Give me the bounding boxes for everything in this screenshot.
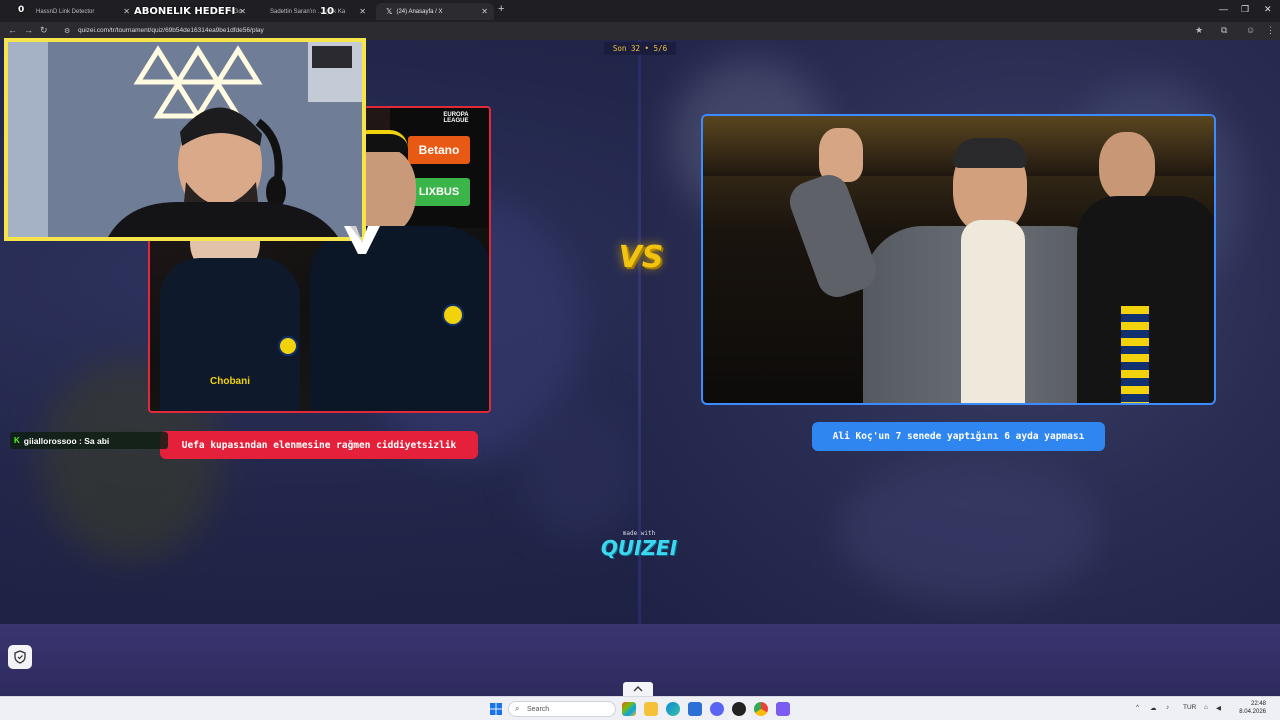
scroll-up-button[interactable] <box>623 682 653 696</box>
close-icon[interactable]: ✕ <box>481 7 488 16</box>
keyboard-language[interactable]: TUR <box>1183 704 1196 711</box>
shirt-sponsor: Chobani <box>210 376 250 387</box>
windows-taskbar: ⌕ Search ^ ☁ ♪ TUR ⌂ ◀ 22:48 8.04.2026 <box>0 696 1280 720</box>
maximize-icon[interactable]: ❐ <box>1241 4 1249 15</box>
close-icon[interactable]: ✕ <box>239 7 246 16</box>
close-icon[interactable]: ✕ <box>359 7 366 16</box>
europa-league-badge: EUROPA LEAGUE <box>443 112 469 124</box>
close-window-icon[interactable]: ✕ <box>1264 4 1272 15</box>
left-option-button[interactable]: Uefa kupasından elenmesine rağmen ciddiy… <box>160 431 478 459</box>
raised-arm <box>784 169 882 303</box>
chat-separator: : <box>76 435 85 446</box>
subscriber-goal-label: ABONELIK HEDEFI <box>134 6 236 17</box>
browser-tab-bar: HassnD Link Detector ✕ - Go ✕ Sadettin S… <box>0 0 1280 22</box>
network-icon[interactable]: ⌂ <box>1204 704 1208 711</box>
tab-label: (24) Anasayfa / X <box>396 8 443 15</box>
tray-chevron-icon[interactable]: ^ <box>1136 704 1139 711</box>
mic-icon[interactable]: ♪ <box>1166 704 1169 711</box>
volume-icon[interactable]: ◀ <box>1216 704 1221 712</box>
fan-scarf <box>1121 306 1149 403</box>
app-icon[interactable] <box>776 702 790 716</box>
forward-icon[interactable]: → <box>24 25 33 35</box>
profile-icon[interactable]: ☺ <box>1246 25 1255 35</box>
chevron-up-icon <box>633 686 643 692</box>
chat-username: giiallorossoo <box>23 435 77 446</box>
kick-icon: K <box>14 436 20 445</box>
clock-time: 22:48 <box>1250 701 1266 707</box>
store-icon[interactable] <box>688 702 702 716</box>
clock-date: 8.04.2026 <box>1239 709 1266 715</box>
url-text[interactable]: quizei.com/tr/tournament/quiz/69b54de163… <box>78 27 264 34</box>
shield-icon <box>14 650 26 664</box>
man-turtleneck <box>961 220 1025 403</box>
quizei-logo[interactable]: QUIZEI <box>598 536 680 560</box>
right-option-button[interactable]: Ali Koç'un 7 senede yaptığını 6 ayda yap… <box>812 422 1105 451</box>
back-icon[interactable]: ← <box>8 25 17 35</box>
man-hair <box>953 138 1027 168</box>
lixbus-logo: LIXBUS <box>408 178 470 206</box>
close-icon[interactable]: ✕ <box>123 7 130 16</box>
webcam-scene <box>8 42 362 237</box>
minimize-icon[interactable]: — <box>1219 4 1228 14</box>
betano-logo: Betano <box>408 136 470 164</box>
extensions-icon[interactable]: ⧉ <box>1221 25 1227 36</box>
right-option-image[interactable] <box>701 114 1216 405</box>
player-left-jacket <box>160 258 300 411</box>
search-placeholder: Search <box>527 705 550 713</box>
search-icon: ⌕ <box>515 704 520 713</box>
system-clock[interactable]: 22:48 8.04.2026 <box>1226 700 1266 716</box>
tab-sadettin[interactable]: Sadettin Saran'ın …üyük Ka ✕ <box>260 3 372 20</box>
bookmark-star-icon[interactable]: ★ <box>1195 25 1203 36</box>
chat-text: Sa abi <box>84 435 110 446</box>
fenerbahce-crest-icon <box>442 304 464 326</box>
new-tab-icon[interactable]: + <box>498 3 504 15</box>
subscriber-count-goal: 10 <box>320 6 334 17</box>
vs-badge: VS <box>618 240 664 275</box>
subscriber-count-current: 0 <box>18 5 25 15</box>
reload-icon[interactable]: ↻ <box>40 25 48 36</box>
windows-start-icon[interactable] <box>490 703 502 715</box>
obs-icon[interactable] <box>732 702 746 716</box>
stream-logo-icon <box>344 226 380 254</box>
file-explorer-icon[interactable] <box>644 702 658 716</box>
raised-hand <box>819 128 863 182</box>
screen: HassnD Link Detector ✕ - Go ✕ Sadettin S… <box>0 0 1280 720</box>
tab-link-detector[interactable]: HassnD Link Detector ✕ <box>26 3 136 20</box>
chrome-icon[interactable] <box>754 702 768 716</box>
tab-x-home[interactable]: 𝕏 (24) Anasayfa / X ✕ <box>376 3 494 20</box>
x-logo-icon: 𝕏 <box>386 7 393 16</box>
fenerbahce-crest-icon <box>278 336 298 356</box>
privacy-shield-button[interactable] <box>8 645 32 669</box>
player-right-jacket <box>310 226 489 411</box>
edge-icon[interactable] <box>666 702 680 716</box>
site-info-icon[interactable]: ⚙ <box>64 27 70 35</box>
taskbar-search[interactable]: ⌕ Search <box>508 701 616 717</box>
man-right-head <box>1099 132 1155 202</box>
discord-icon[interactable] <box>710 702 724 716</box>
copilot-icon[interactable] <box>622 702 636 716</box>
webcam-overlay <box>4 38 366 241</box>
cloud-icon[interactable]: ☁ <box>1150 704 1157 712</box>
menu-icon[interactable]: ⋮ <box>1266 25 1275 36</box>
chat-message: K giiallorossoo : Sa abi <box>10 432 168 449</box>
round-label: Son 32 • 5/6 <box>604 42 676 55</box>
tab-label: HassnD Link Detector <box>36 8 95 15</box>
